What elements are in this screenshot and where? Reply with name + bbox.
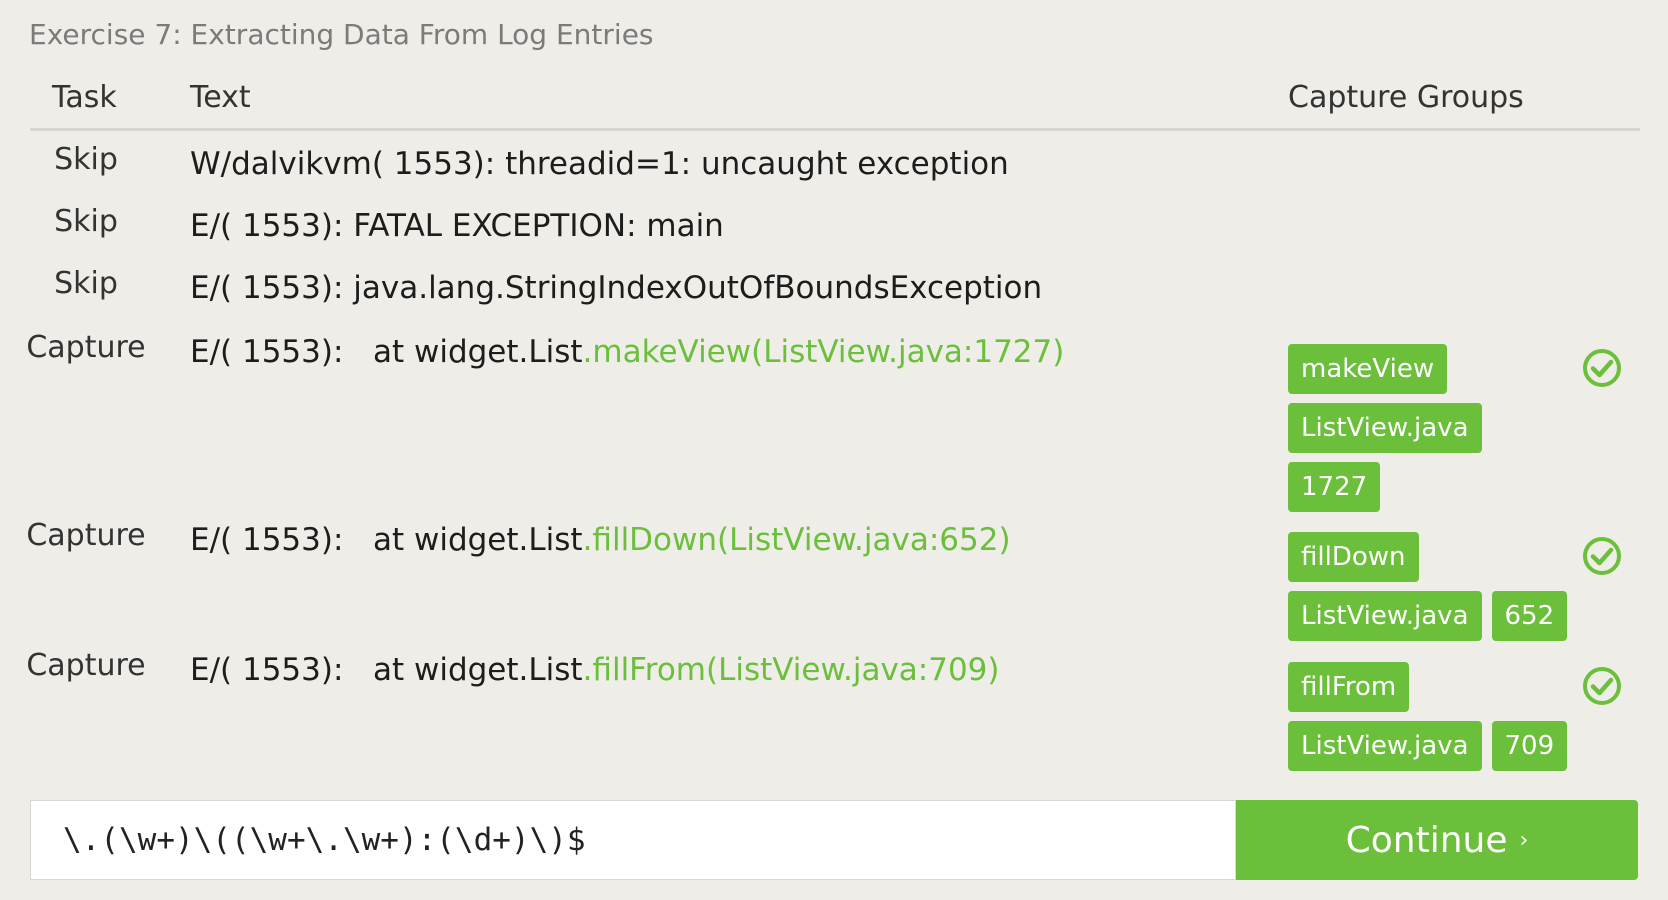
capture-group-chip: 1727 (1288, 462, 1381, 512)
exercise-title: Exercise 7: Extracting Data From Log Ent… (29, 18, 654, 51)
log-text: E/( 1553): FATAL EXCEPTION: main (190, 208, 724, 244)
task-label: Capture (26, 518, 146, 553)
log-line: E/( 1553): at widget.List.fillFrom(ListV… (190, 652, 1000, 688)
log-text: E/( 1553): at widget.List (190, 334, 583, 370)
match-highlight: .fillDown(ListView.java:652) (582, 522, 1011, 558)
capture-group-chip: ListView.java (1288, 721, 1482, 771)
match-highlight: .makeView(ListView.java:1727) (582, 334, 1065, 370)
task-label: Capture (26, 330, 146, 365)
log-line: E/( 1553): FATAL EXCEPTION: main (190, 208, 724, 244)
capture-group-chip: fillFrom (1288, 662, 1410, 712)
capture-group-chip: fillDown (1288, 532, 1419, 582)
capture-group-chip: 709 (1491, 721, 1568, 771)
check-circle-icon (1582, 536, 1622, 576)
regex-input[interactable] (31, 801, 1235, 879)
log-line: E/( 1553): java.lang.StringIndexOutOfBou… (190, 270, 1042, 306)
header-divider (30, 128, 1640, 131)
match-highlight: .fillFrom(ListView.java:709) (582, 652, 1000, 688)
log-text: E/( 1553): at widget.List (190, 652, 583, 688)
capture-group-chip: ListView.java (1288, 403, 1482, 453)
task-label: Capture (26, 648, 146, 683)
log-line: W/dalvikvm( 1553): threadid=1: uncaught … (190, 146, 1009, 182)
continue-label: Continue (1345, 819, 1508, 861)
column-header-task: Task (52, 80, 117, 115)
continue-button[interactable]: Continue › (1236, 800, 1638, 880)
log-text: E/( 1553): java.lang.StringIndexOutOfBou… (190, 270, 1043, 306)
column-header-capture-groups: Capture Groups (1288, 80, 1524, 115)
capture-group-chip: 652 (1491, 591, 1568, 641)
regex-input-field (30, 800, 1236, 880)
task-label: Skip (54, 204, 118, 239)
task-label: Skip (54, 142, 118, 177)
column-header-text: Text (190, 80, 251, 115)
capture-group-chip: makeView (1288, 344, 1448, 394)
capture-groups: fillDown ListView.java 652 (1288, 532, 1588, 650)
capture-group-chip: ListView.java (1288, 591, 1482, 641)
log-line: E/( 1553): at widget.List.makeView(ListV… (190, 334, 1064, 370)
check-circle-icon (1582, 348, 1622, 388)
log-text: E/( 1553): at widget.List (190, 522, 583, 558)
task-label: Skip (54, 266, 118, 301)
capture-groups: fillFrom ListView.java 709 (1288, 662, 1588, 780)
check-circle-icon (1582, 666, 1622, 706)
log-text: W/dalvikvm( 1553): threadid=1: uncaught … (190, 146, 1009, 182)
chevron-right-icon: › (1519, 827, 1529, 853)
capture-groups: makeView ListView.java 1727 (1288, 344, 1488, 521)
log-line: E/( 1553): at widget.List.fillDown(ListV… (190, 522, 1011, 558)
